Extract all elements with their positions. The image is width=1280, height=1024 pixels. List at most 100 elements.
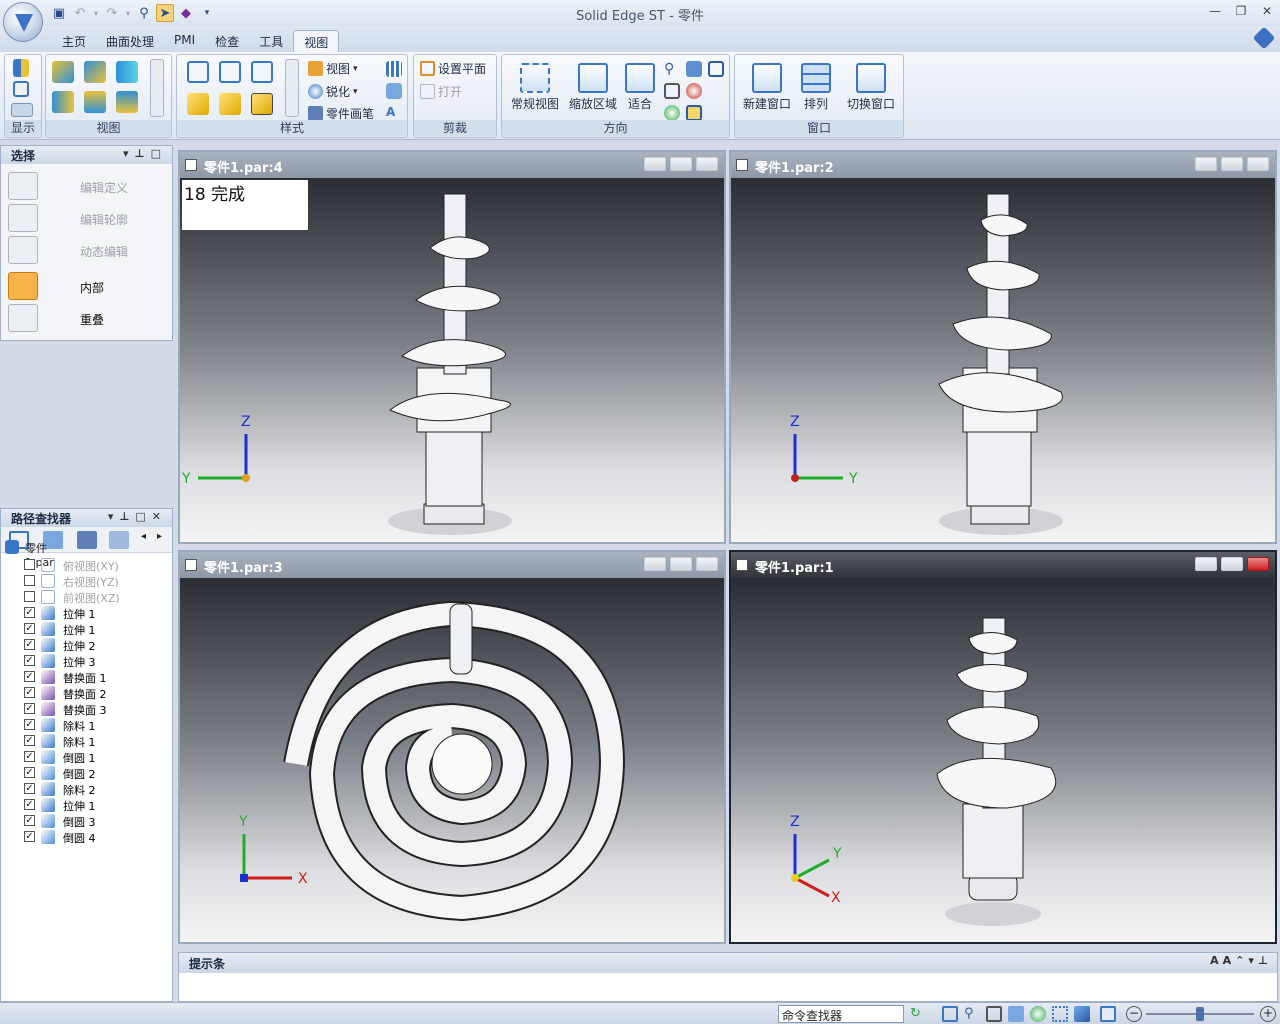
visibility-checkbox[interactable]: ✓ — [24, 719, 35, 730]
view-right-icon[interactable] — [116, 61, 138, 83]
customize-icon[interactable]: ▾ — [198, 4, 216, 22]
tab-surfacing[interactable]: 曲面处理 — [96, 30, 164, 52]
hidden-cube-icon[interactable] — [219, 61, 241, 83]
save-view-icon[interactable] — [686, 105, 702, 121]
display-options-icon[interactable] — [11, 103, 33, 117]
sharpen-dropdown[interactable]: 锐化 ▾ — [308, 83, 358, 100]
normal-view-button[interactable]: 常规视图 — [506, 63, 564, 112]
previous-view-icon[interactable] — [708, 61, 724, 77]
tab-tools[interactable]: 工具 — [249, 30, 293, 52]
undo-icon[interactable]: ↶ — [71, 4, 89, 22]
wireframe-view-icon[interactable] — [1100, 1006, 1116, 1022]
shaded-visible-cube-icon[interactable] — [251, 93, 273, 115]
close-icon[interactable] — [1247, 557, 1269, 571]
close-icon[interactable]: ✕ — [1260, 4, 1274, 18]
tab-home[interactable]: 主页 — [52, 30, 96, 52]
new-window-button[interactable]: 新建窗口 — [739, 63, 795, 112]
filter-icon[interactable]: ⚲ — [135, 4, 153, 22]
shaded-edges-cube-icon[interactable] — [219, 93, 241, 115]
dropdown-icon[interactable]: ▾ — [124, 4, 132, 22]
panel-controls[interactable]: ▾⊥□✕ — [108, 510, 167, 523]
shaded-cube-icon[interactable] — [187, 93, 209, 115]
viewport-part-2[interactable]: 零件1.par:2 Z Y — [729, 150, 1277, 544]
zoom-icon[interactable]: ⚲ — [964, 1006, 980, 1022]
maximize-icon[interactable] — [1221, 557, 1243, 571]
minimize-icon[interactable] — [644, 157, 666, 171]
help-icon[interactable] — [1252, 26, 1276, 50]
visibility-checkbox[interactable] — [24, 591, 35, 602]
wireframe-cube-icon[interactable] — [187, 61, 209, 83]
zoom-area-button[interactable]: 缩放区域 — [564, 63, 622, 112]
sketch-view-icon[interactable] — [664, 83, 680, 99]
display-grid-icon[interactable] — [13, 81, 29, 97]
visibility-checkbox[interactable]: ✓ — [24, 799, 35, 810]
visibility-checkbox[interactable]: ✓ — [24, 623, 35, 634]
close-icon[interactable] — [1247, 157, 1269, 171]
visibility-checkbox[interactable]: ✓ — [24, 639, 35, 650]
viewport-canvas[interactable]: Z Y — [731, 178, 1275, 542]
visibility-checkbox[interactable]: ✓ — [24, 735, 35, 746]
visibility-checkbox[interactable]: ✓ — [24, 703, 35, 714]
select-item-edit-definition[interactable]: 编辑定义 — [8, 172, 168, 200]
text-style-icon[interactable]: A — [386, 105, 402, 121]
set-plane-button[interactable]: 设置平面 — [420, 60, 486, 77]
viewport-part-1[interactable]: 零件1.par:1 Z Y X — [729, 550, 1277, 944]
visibility-checkbox[interactable]: ✓ — [24, 783, 35, 794]
application-button[interactable] — [3, 2, 43, 42]
visibility-checkbox[interactable]: ✓ — [24, 751, 35, 762]
spin-about-icon[interactable] — [664, 105, 680, 121]
save-icon[interactable]: ▣ — [50, 4, 68, 22]
select-item-overlap[interactable]: 重叠 — [8, 304, 168, 332]
redo-icon[interactable]: ↷ — [103, 4, 121, 22]
command-finder-input[interactable]: 命令查找器 — [778, 1005, 904, 1023]
visibility-checkbox[interactable]: ✓ — [24, 671, 35, 682]
visibility-checkbox[interactable] — [24, 575, 35, 586]
switch-window-button[interactable]: 切换窗口 — [841, 63, 901, 112]
refresh-icon[interactable]: ↻ — [910, 1006, 926, 1022]
minimize-icon[interactable] — [644, 557, 666, 571]
open-button[interactable]: 打开 — [420, 83, 462, 100]
display-panes-icon[interactable] — [13, 59, 29, 77]
relationships-icon[interactable] — [77, 531, 97, 549]
maximize-icon[interactable] — [670, 557, 692, 571]
pan-icon[interactable] — [1008, 1006, 1024, 1022]
tab-inspect[interactable]: 检查 — [205, 30, 249, 52]
viewport-canvas[interactable]: Y X — [180, 578, 724, 942]
select-item-inside[interactable]: 内部 — [8, 272, 168, 300]
close-icon[interactable] — [696, 557, 718, 571]
visibility-checkbox[interactable]: ✓ — [24, 607, 35, 618]
part-icon[interactable]: ◆ — [177, 4, 195, 22]
visible-cube-icon[interactable] — [251, 61, 273, 83]
minimize-icon[interactable] — [1195, 557, 1217, 571]
visibility-checkbox[interactable]: ✓ — [24, 831, 35, 842]
maximize-icon[interactable] — [1221, 157, 1243, 171]
scroll-left-icon[interactable]: ◂ — [141, 531, 153, 549]
select-arrow-icon[interactable]: ➤ — [156, 4, 174, 22]
dropdown-icon[interactable]: ▾ — [92, 4, 100, 22]
maximize-icon[interactable]: ❐ — [1234, 4, 1248, 18]
lighting-icon[interactable] — [386, 83, 402, 99]
view-left-icon[interactable] — [52, 91, 74, 113]
view-front-icon[interactable] — [84, 61, 106, 83]
tab-pmi[interactable]: PMI — [164, 30, 205, 52]
scroll-right-icon[interactable]: ▸ — [157, 531, 169, 549]
visibility-checkbox[interactable]: ✓ — [24, 687, 35, 698]
viewport-canvas[interactable]: Z Y X — [731, 578, 1275, 942]
view-style-dropdown[interactable]: 视图 ▾ — [308, 60, 358, 77]
zoom-slider-thumb[interactable] — [1196, 1007, 1204, 1021]
arrange-button[interactable]: 排列 — [797, 63, 835, 112]
visibility-checkbox[interactable]: ✓ — [24, 767, 35, 778]
panel-controls[interactable]: ▾⊥□ — [123, 147, 167, 160]
styles-gallery-scroll[interactable] — [285, 59, 299, 117]
view-top-icon[interactable] — [52, 61, 74, 83]
view-cube-icon[interactable] — [1052, 1006, 1068, 1022]
visibility-checkbox[interactable]: ✓ — [24, 655, 35, 666]
shaded-view-icon[interactable] — [1074, 1006, 1090, 1022]
select-item-edit-profile[interactable]: 编辑轮廓 — [8, 204, 168, 232]
minimize-icon[interactable]: — — [1208, 4, 1222, 18]
view-back-icon[interactable] — [116, 91, 138, 113]
viewport-part-3[interactable]: 零件1.par:3 Y X — [178, 550, 726, 944]
rotate-icon[interactable] — [686, 83, 702, 99]
view-bottom-icon[interactable] — [84, 91, 106, 113]
zoom-in-icon[interactable]: + — [1260, 1006, 1276, 1022]
